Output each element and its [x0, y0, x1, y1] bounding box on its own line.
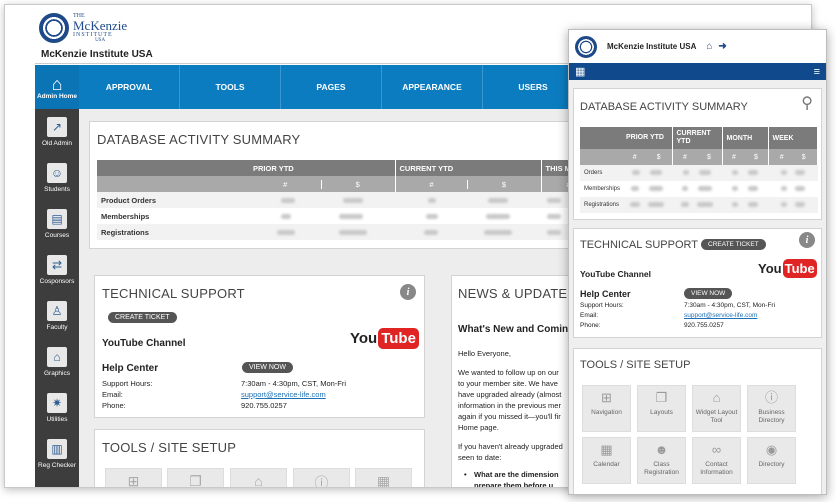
tool-contact-information[interactable]: ∞ Contact Information	[692, 437, 741, 484]
db-summary-card: DATABASE ACTIVITY SUMMARY PRIOR YTD CURR…	[89, 121, 597, 249]
mobile-tools-setup-card: TOOLS / SITE SETUP ⊞ Navigation ❐ Layout…	[573, 348, 822, 494]
grid-menu-icon[interactable]: ▦	[575, 65, 585, 78]
mobile-tools-setup-title: TOOLS / SITE SETUP	[580, 359, 691, 371]
person-icon: ☺	[47, 163, 67, 183]
tool-tile-navigation[interactable]: ⊞	[105, 468, 162, 487]
tool-calendar[interactable]: ▦ Calendar	[582, 437, 631, 484]
mobile-db-summary-card: DATABASE ACTIVITY SUMMARY ⚲ PRIOR YTD CU…	[573, 88, 822, 220]
mobile-support-email-link[interactable]: support@service-life.com	[684, 311, 775, 321]
mobile-tech-support-card: TECHNICAL SUPPORT CREATE TICKET i YouTub…	[573, 228, 822, 338]
sidebar-item-admin-home[interactable]: ⌂ Admin Home	[35, 65, 79, 109]
sidebar-item-courses[interactable]: ▤ Courses	[35, 201, 79, 247]
external-link-icon: ↗	[47, 117, 67, 137]
sidebar-item-graphics[interactable]: ⌂ Graphics	[35, 339, 79, 385]
tool-widget-layout[interactable]: ⌂ Widget Layout Tool	[692, 385, 741, 432]
mobile-help-center-label: Help Center	[580, 289, 631, 299]
mobile-view-now-button[interactable]: VIEW NOW	[684, 288, 733, 299]
mobile-youtube-logo[interactable]: You Tube	[758, 259, 817, 278]
youtube-logo[interactable]: You Tube	[350, 328, 419, 349]
calendar-icon: ▦	[600, 442, 613, 457]
sidebar-item-old-admin[interactable]: ↗ Old Admin	[35, 109, 79, 155]
tool-directory[interactable]: ◉ Directory	[747, 437, 796, 484]
mobile-header: McKenzie Institute USA ⌂ ➜	[569, 30, 826, 63]
col-prior-ytd: PRIOR YTD	[249, 160, 396, 176]
house-graphic-icon: ⌂	[47, 347, 67, 367]
admin-sidebar: ⌂ Admin Home ↗ Old Admin ☺ Students ▤ Co…	[35, 65, 79, 487]
mobile-youtube-channel-link[interactable]: YouTube Channel	[580, 269, 651, 279]
home-icon[interactable]: ⌂	[706, 41, 712, 52]
reg-checker-icon: ▥	[47, 439, 67, 459]
col-current-ytd: CURRENT YTD	[395, 160, 542, 176]
create-ticket-button[interactable]: CREATE TICKET	[108, 312, 177, 323]
mckenzie-seal-icon	[39, 13, 69, 43]
tool-business-directory[interactable]: ⓘ Business Directory	[747, 385, 796, 432]
info-icon[interactable]: i	[799, 232, 815, 248]
sidebar-item-cosponsors[interactable]: ⇄ Cosponsors	[35, 247, 79, 293]
mobile-site-title: McKenzie Institute USA	[607, 42, 697, 51]
sidebar-item-students[interactable]: ☺ Students	[35, 155, 79, 201]
info-icon[interactable]: i	[400, 284, 416, 300]
db-summary-title: DATABASE ACTIVITY SUMMARY	[97, 132, 301, 147]
sliders-icon: ⇄	[47, 255, 67, 275]
db-summary-table: PRIOR YTD CURRENT YTD THIS M #$ #$ # Pro…	[97, 160, 597, 240]
news-body: Hello Everyone, We wanted to follow up o…	[458, 349, 563, 488]
gear-icon: ✷	[47, 393, 67, 413]
youtube-channel-link[interactable]: YouTube Channel	[102, 338, 186, 349]
tool-tile-calendar[interactable]: ▦	[355, 468, 412, 487]
nav-approval[interactable]: APPROVAL	[79, 65, 180, 109]
nav-pages[interactable]: PAGES	[281, 65, 382, 109]
table-row: Memberships	[580, 181, 818, 197]
hamburger-menu-icon[interactable]: ≡	[814, 66, 820, 78]
tech-support-card: TECHNICAL SUPPORT i CREATE TICKET YouTub…	[94, 275, 425, 418]
info-icon: ⓘ	[764, 390, 778, 405]
tool-layouts[interactable]: ❐ Layouts	[637, 385, 686, 432]
table-row: Orders	[580, 165, 818, 181]
mobile-db-summary-title: DATABASE ACTIVITY SUMMARY	[580, 101, 748, 113]
news-title: NEWS & UPDATES	[458, 286, 577, 301]
mobile-admin-window: McKenzie Institute USA ⌂ ➜ ▦ ≡ DATABASE …	[568, 29, 827, 495]
eye-icon: ◉	[765, 442, 778, 457]
layouts-icon: ❐	[655, 390, 668, 405]
support-email-link[interactable]: support@service-life.com	[241, 389, 346, 400]
search-icon[interactable]: ⚲	[801, 93, 813, 113]
mobile-nav-bar: ▦ ≡	[569, 63, 826, 80]
mckenzie-seal-icon[interactable]	[575, 35, 597, 58]
nav-appearance[interactable]: APPEARANCE	[382, 65, 483, 109]
mobile-db-summary-table: PRIOR YTD CURRENT YTD MONTH WEEK # $ # $ #…	[580, 127, 818, 213]
sitemap-icon: ⊞	[601, 390, 612, 405]
tool-tile-business-directory[interactable]: ⓘ	[293, 468, 350, 487]
tool-tile-layouts[interactable]: ❐	[167, 468, 224, 487]
tool-class-registration[interactable]: ☻ Class Registration	[637, 437, 686, 484]
tools-setup-card: TOOLS / SITE SETUP ⊞ ❐ ⌂ ⓘ ▦	[94, 429, 425, 487]
sidebar-item-faculty[interactable]: ♙ Faculty	[35, 293, 79, 339]
tool-navigation[interactable]: ⊞ Navigation	[582, 385, 631, 432]
tool-tile-widget-layout[interactable]: ⌂	[230, 468, 287, 487]
table-row: Registrations	[580, 197, 818, 213]
home-icon: ⌂	[51, 73, 63, 94]
users-icon: ☻	[654, 442, 669, 457]
faculty-icon: ♙	[47, 301, 67, 321]
book-icon: ▤	[47, 209, 67, 229]
house-icon: ⌂	[712, 390, 721, 405]
mckenzie-logo[interactable]: THE McKenzie INSTITUTE USA	[39, 13, 127, 43]
site-title: McKenzie Institute USA	[41, 49, 153, 60]
table-row: Registrations	[97, 224, 597, 240]
sidebar-item-utilities[interactable]: ✷ Utilities	[35, 385, 79, 431]
view-now-button[interactable]: VIEW NOW	[242, 362, 293, 373]
tech-support-title: TECHNICAL SUPPORT	[102, 286, 245, 301]
help-center-label: Help Center	[102, 363, 159, 374]
logout-icon[interactable]: ➜	[718, 41, 726, 52]
tools-setup-title: TOOLS / SITE SETUP	[102, 440, 237, 455]
news-subtitle: What's New and Comin	[458, 324, 569, 335]
table-row: Product Orders	[97, 192, 597, 208]
mobile-tech-support-title: TECHNICAL SUPPORT	[580, 239, 698, 251]
mobile-create-ticket-button[interactable]: CREATE TICKET	[701, 239, 766, 250]
mobile-support-contact-info: Support Hours: 7:30am - 4:30pm, CST, Mon…	[580, 302, 776, 329]
sidebar-item-reg-checker[interactable]: ▥ Reg Checker	[35, 431, 79, 477]
table-row: Memberships	[97, 208, 597, 224]
nav-tools[interactable]: TOOLS	[180, 65, 281, 109]
link-icon: ∞	[711, 442, 722, 457]
support-contact-info: Support Hours: 7:30am - 4:30pm, CST, Mon…	[102, 379, 347, 410]
